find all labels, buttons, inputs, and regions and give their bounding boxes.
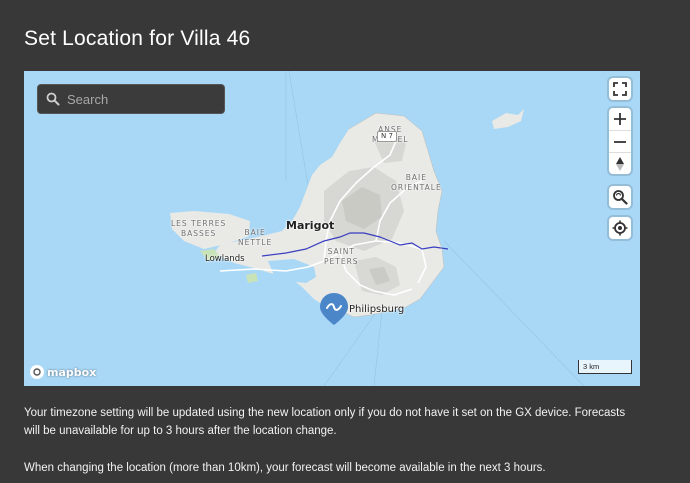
geolocate-button[interactable] — [609, 217, 631, 239]
forecast-note: When changing the location (more than 10… — [24, 462, 546, 474]
zoom-controls — [609, 108, 631, 174]
compass-icon — [616, 156, 624, 171]
mapbox-logo-icon — [30, 365, 44, 379]
mapbox-logo[interactable]: mapbox — [30, 365, 96, 379]
plus-icon — [614, 113, 626, 125]
fullscreen-control — [609, 78, 631, 100]
label-marigot: Marigot — [286, 219, 335, 232]
tintamarre-island — [492, 109, 524, 129]
label-lowlands: Lowlands — [205, 254, 245, 264]
label-baie-orientale: BAIE ORIENTALE — [391, 173, 442, 192]
fullscreen-button[interactable] — [609, 78, 631, 100]
location-marker[interactable] — [320, 293, 348, 325]
search-area-button[interactable] — [609, 186, 631, 208]
route-badge: N 7 — [377, 131, 397, 142]
label-saint-peters: SAINT PETERS — [324, 247, 359, 266]
label-les-terres-basses: LES TERRES BASSES — [171, 219, 227, 238]
search-input[interactable] — [65, 90, 219, 108]
location-map[interactable]: ANSEMARCEL N 7 BAIEORIENTALE LES TERRESB… — [24, 71, 640, 386]
map-scale: 3 km — [578, 360, 632, 374]
mapbox-wordmark: mapbox — [47, 365, 97, 379]
minus-icon — [614, 140, 626, 143]
magnify-control — [609, 186, 631, 208]
compass-button[interactable] — [609, 152, 631, 174]
fullscreen-icon — [613, 82, 627, 96]
zoom-out-button[interactable] — [609, 130, 631, 152]
magnify-reset-icon — [613, 190, 628, 205]
search-icon — [46, 92, 60, 106]
crosshair-icon — [612, 220, 628, 236]
zoom-in-button[interactable] — [609, 108, 631, 130]
map-search-box[interactable] — [37, 84, 225, 114]
page-title: Set Location for Villa 46 — [24, 27, 251, 50]
geolocate-control — [609, 217, 631, 239]
label-baie-nettle: BAIE NETTLE — [238, 228, 273, 247]
label-philipsburg: Philipsburg — [349, 304, 405, 315]
timezone-note: Your timezone setting will be updated us… — [24, 407, 626, 437]
